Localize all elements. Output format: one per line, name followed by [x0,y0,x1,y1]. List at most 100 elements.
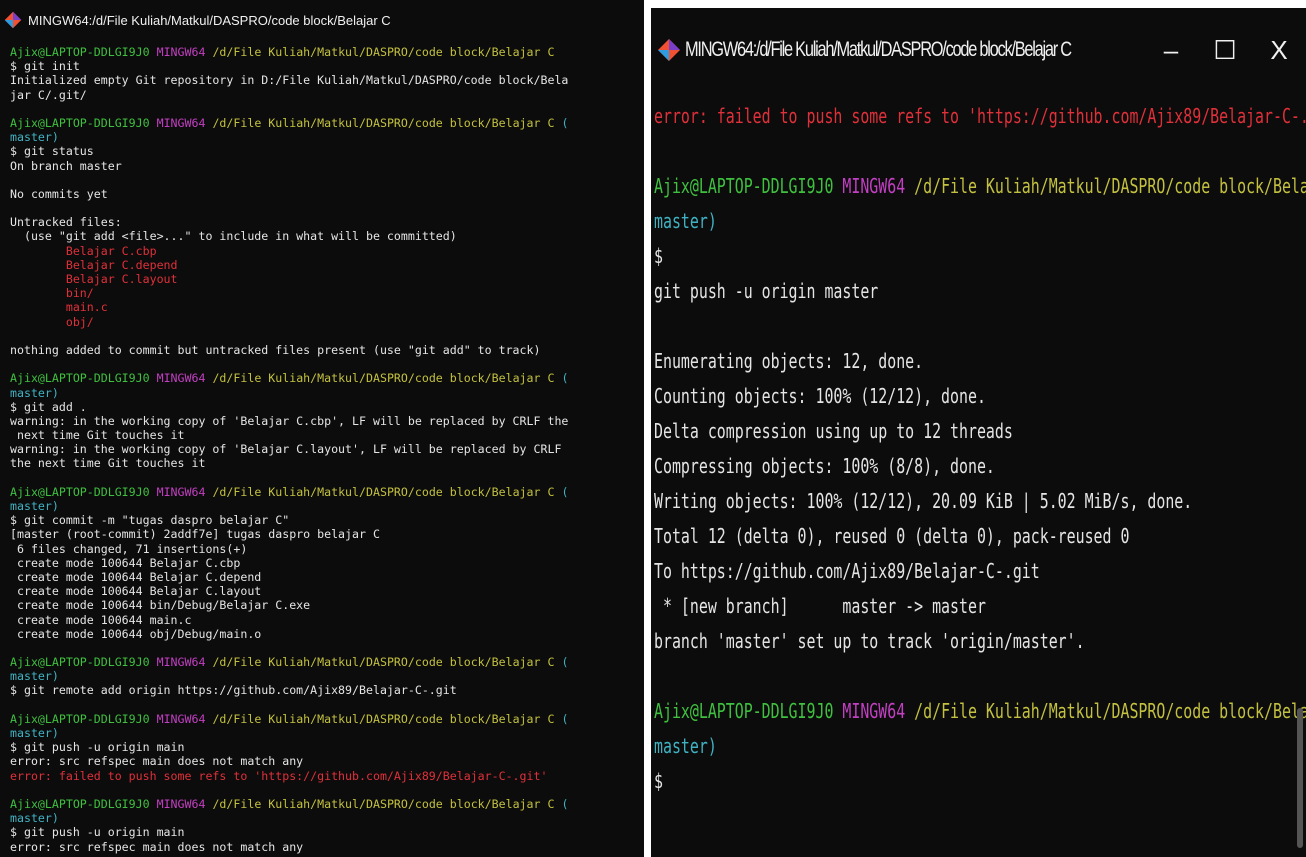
terminal-text: Counting objects: 100% (12/12), done. [654,384,986,408]
terminal-line: Ajix@LAPTOP-DDLGI9J0 MINGW64 /d/File Kul… [10,485,568,499]
title-bar[interactable]: MINGW64:/d/File Kuliah/Matkul/DASPRO/cod… [651,8,1306,92]
terminal-text: warning: in the working copy of 'Belajar… [10,442,562,457]
terminal-text: the next time Git touches it [10,456,206,471]
terminal-text: next time Git touches it [10,428,185,443]
terminal-line: bin/ [10,286,568,300]
terminal-output[interactable]: error: failed to push some refs to 'http… [654,99,1306,799]
terminal-line: create mode 100644 Belajar C.depend [10,570,568,584]
terminal-text: Ajix@LAPTOP-DDLGI9J0 [10,484,157,499]
terminal-line: Counting objects: 100% (12/12), done. [654,379,1306,414]
terminal-text: create mode 100644 main.c [10,612,192,627]
window-title: MINGW64:/d/File Kuliah/Matkul/DASPRO/cod… [685,38,1072,61]
terminal-text: * [new branch] master -> master [654,594,986,618]
terminal-line: $ git remote add origin https://github.c… [10,683,568,697]
terminal-text: MINGW64 [156,711,213,726]
terminal-line: nothing added to commit but untracked fi… [10,343,568,357]
terminal-text: MINGW64 [156,484,213,499]
terminal-text: master) [10,130,59,145]
terminal-text: $ git init [10,59,80,74]
terminal-line: master) [654,204,1306,239]
terminal-text: MINGW64 [156,371,213,386]
terminal-window-right[interactable]: MINGW64:/d/File Kuliah/Matkul/DASPRO/cod… [651,8,1306,857]
terminal-line: Enumerating objects: 12, done. [654,344,1306,379]
terminal-line: main.c [10,300,568,314]
terminal-line: Delta compression using up to 12 threads [654,414,1306,449]
terminal-line: $ [654,239,1306,274]
terminal-window-left[interactable]: MINGW64:/d/File Kuliah/Matkul/DASPRO/cod… [0,0,644,857]
terminal-text: nothing added to commit but untracked fi… [10,342,541,357]
terminal-text: branch 'master' set up to track 'origin/… [654,629,1085,653]
terminal-line: $ git push -u origin main [10,740,568,754]
minimize-button[interactable]: – [1144,35,1198,66]
terminal-line: error: src refspec main does not match a… [10,840,568,854]
terminal-text: /d/File Kuliah/Matkul/DASPRO/code block/… [212,711,562,726]
terminal-text: On branch master [10,158,122,173]
terminal-line: jar C/.git/ [10,88,568,102]
terminal-line: next time Git touches it [10,428,568,442]
terminal-line: No commits yet [10,187,568,201]
terminal-text: master) [654,734,717,758]
terminal-text: ( [561,711,569,726]
terminal-line: error: src refspec main does not match a… [10,754,568,768]
terminal-text: Belajar C.layout [10,272,178,286]
terminal-line: Belajar C.depend [10,258,568,272]
terminal-line: create mode 100644 bin/Debug/Belajar C.e… [10,598,568,612]
terminal-text: /d/File Kuliah/Matkul/DASPRO/code block/… [212,371,562,386]
terminal-line: To https://github.com/Ajix89/Belajar-C-.… [654,554,1306,589]
terminal-line: Ajix@LAPTOP-DDLGI9J0 MINGW64 /d/File Kul… [654,694,1306,729]
terminal-line: (use "git add <file>..." to include in w… [10,229,568,243]
terminal-text: Ajix@LAPTOP-DDLGI9J0 [654,174,843,198]
terminal-line: master) [10,669,568,683]
terminal-line: create mode 100644 Belajar C.layout [10,584,568,598]
terminal-line: $ git commit -m "tugas daspro belajar C" [10,513,568,527]
terminal-text: master) [10,499,59,513]
terminal-line: obj/ [10,315,568,329]
maximize-button[interactable]: ☐ [1198,35,1252,66]
terminal-output[interactable]: Ajix@LAPTOP-DDLGI9J0 MINGW64 /d/File Kul… [10,45,568,854]
terminal-line: $ git add . [10,400,568,414]
terminal-text: /d/File Kuliah/Matkul/DASPRO/code block/… [212,796,562,811]
terminal-text: To https://github.com/Ajix89/Belajar-C-.… [654,559,1040,583]
terminal-text: Ajix@LAPTOP-DDLGI9J0 [10,371,157,386]
terminal-line: Untracked files: [10,215,568,229]
terminal-text: $ [654,244,663,268]
terminal-line: Belajar C.cbp [10,244,568,258]
terminal-text: master) [654,209,717,233]
terminal-text: /d/File Kuliah/Matkul/DASPRO/code block/… [914,699,1306,723]
terminal-text: No commits yet [10,186,108,201]
terminal-text: MINGW64 [842,174,915,198]
terminal-text: Ajix@LAPTOP-DDLGI9J0 [10,115,157,130]
terminal-line: $ git status [10,144,568,158]
terminal-line: Ajix@LAPTOP-DDLGI9J0 MINGW64 /d/File Kul… [654,169,1306,204]
terminal-line: Ajix@LAPTOP-DDLGI9J0 MINGW64 /d/File Kul… [10,655,568,669]
terminal-line: master) [10,499,568,513]
terminal-text: create mode 100644 Belajar C.layout [10,584,262,599]
terminal-line: $ git init [10,59,568,73]
scrollbar[interactable] [1297,708,1303,848]
terminal-line: Total 12 (delta 0), reused 0 (delta 0), … [654,519,1306,554]
terminal-text: $ git push -u origin main [10,825,185,840]
terminal-text: master) [10,811,59,826]
close-button[interactable]: X [1252,35,1306,66]
terminal-line: create mode 100644 main.c [10,613,568,627]
terminal-line: Compressing objects: 100% (8/8), done. [654,449,1306,484]
terminal-line: master) [10,386,568,400]
terminal-line: Belajar C.layout [10,272,568,286]
terminal-text: Total 12 (delta 0), reused 0 (delta 0), … [654,524,1130,548]
terminal-text: master) [10,669,59,684]
terminal-text: Ajix@LAPTOP-DDLGI9J0 [654,699,843,723]
terminal-line: 6 files changed, 71 insertions(+) [10,542,568,556]
terminal-line: master) [10,811,568,825]
title-bar[interactable]: MINGW64:/d/File Kuliah/Matkul/DASPRO/cod… [0,0,644,40]
terminal-text: ( [561,655,569,670]
terminal-line: create mode 100644 Belajar C.cbp [10,556,568,570]
terminal-line: error: failed to push some refs to 'http… [654,99,1306,134]
